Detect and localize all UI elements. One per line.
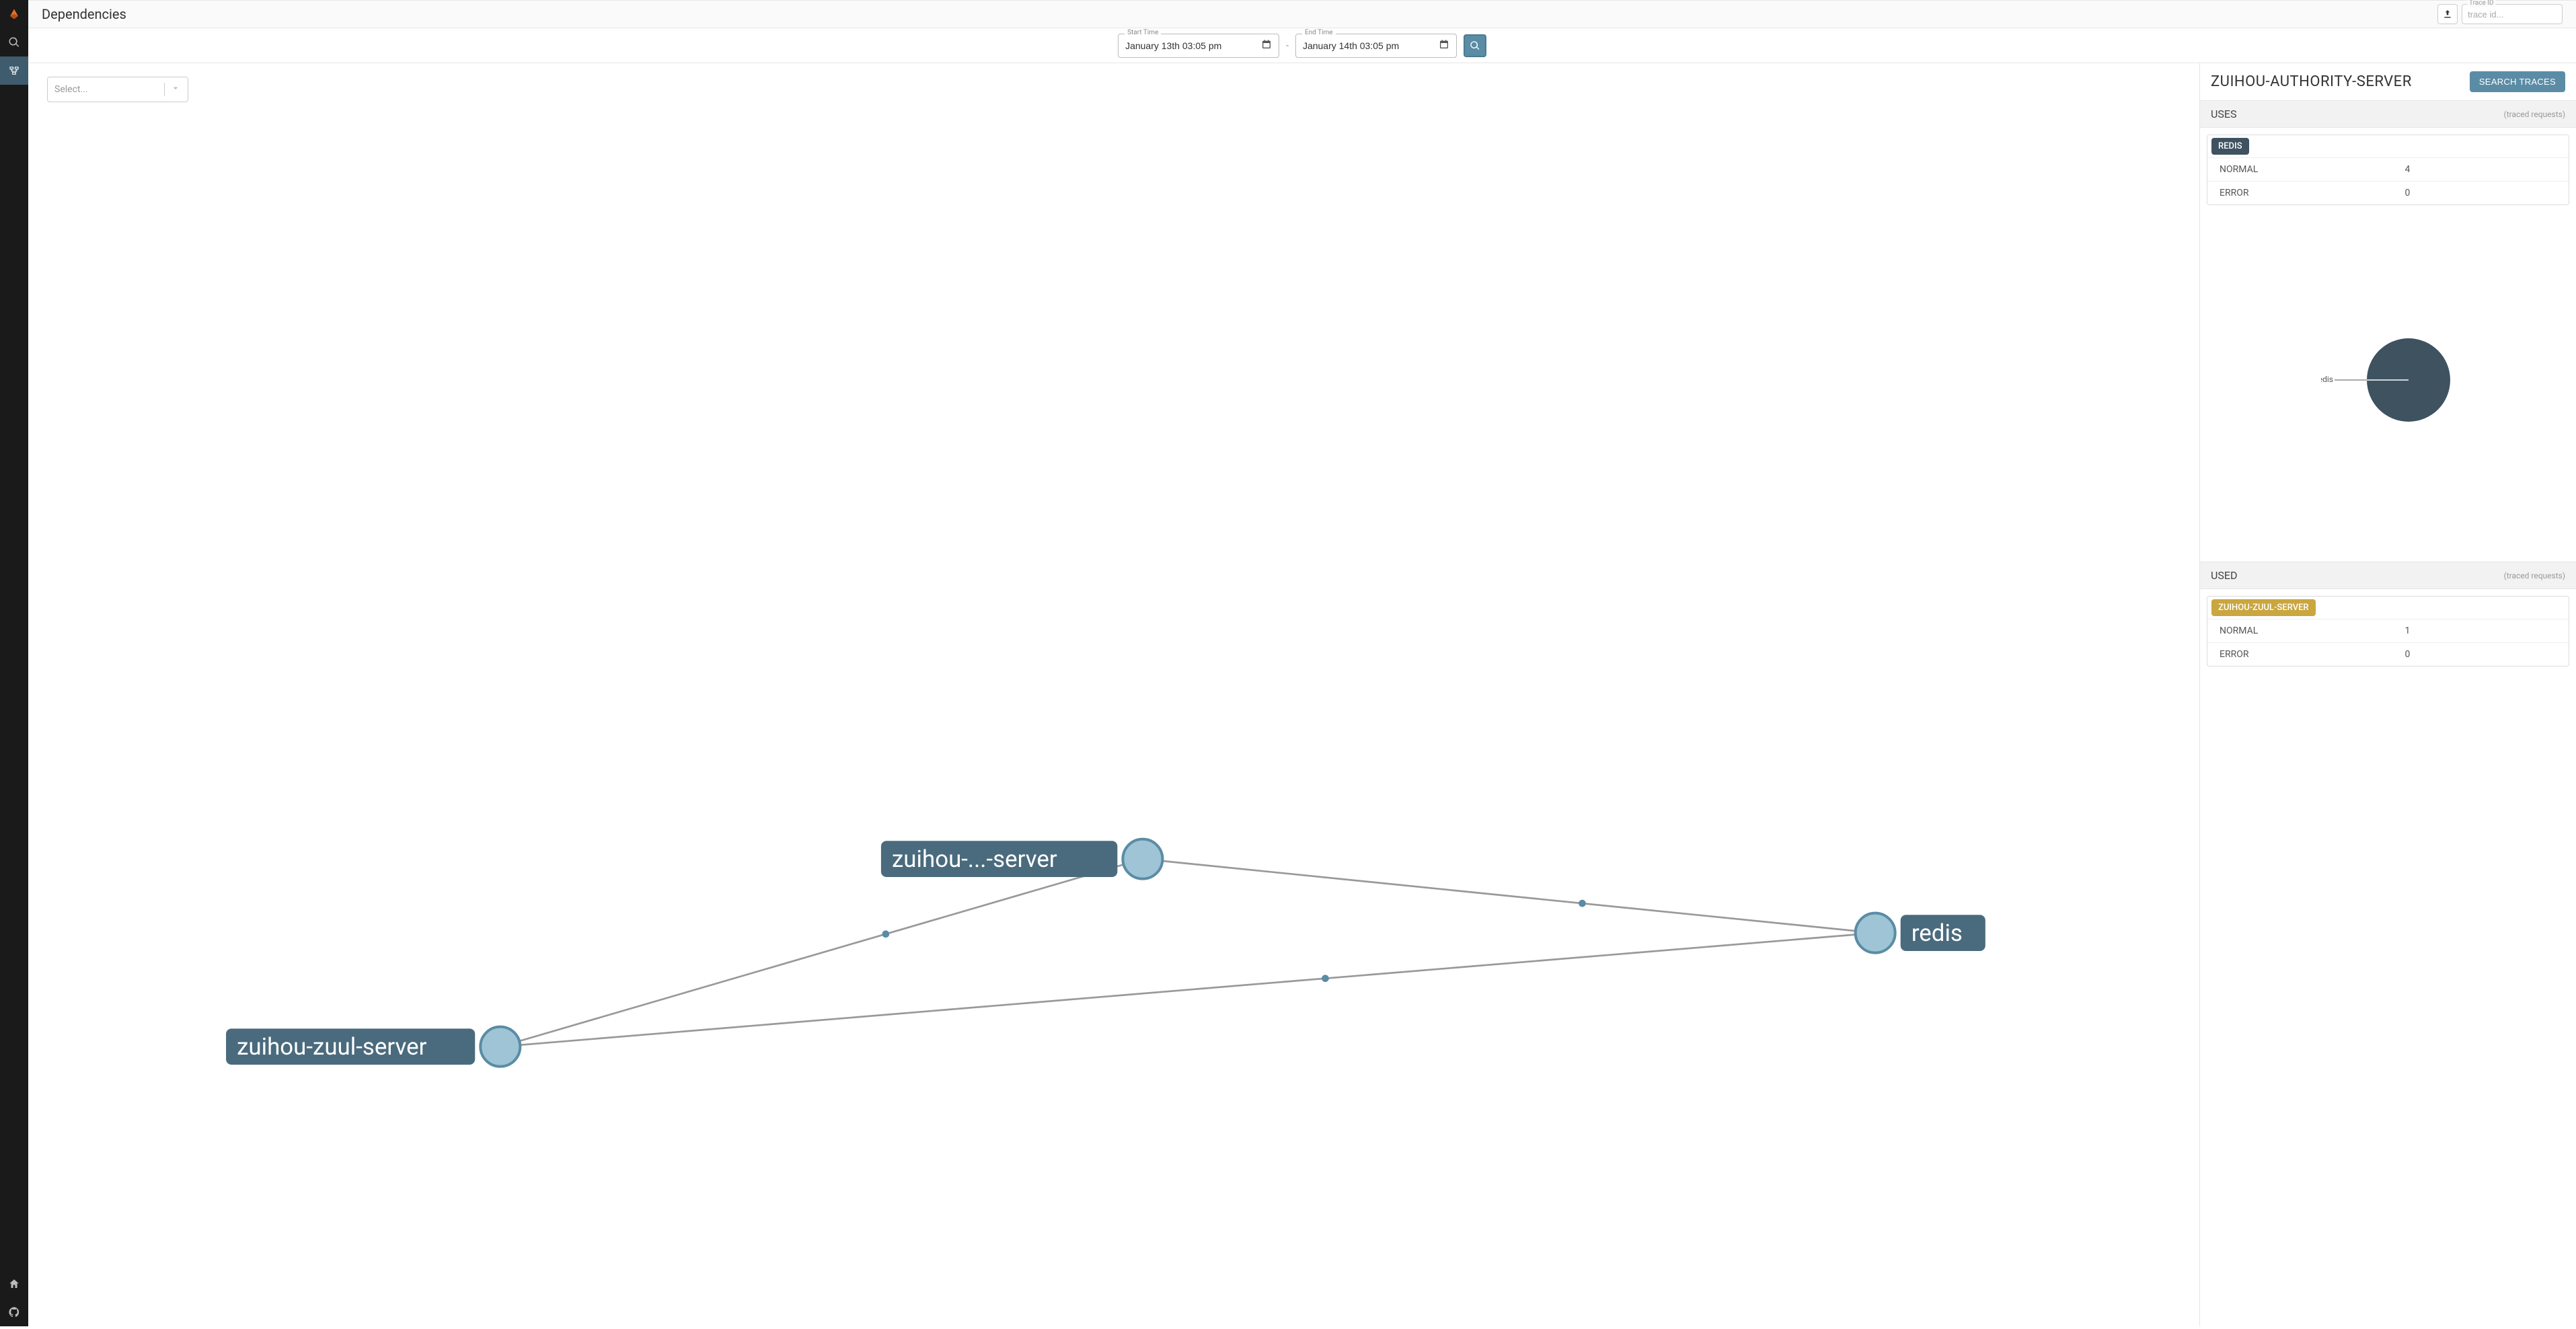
node-label: zuihou-...-server	[892, 845, 1057, 873]
upload-button[interactable]	[2437, 4, 2458, 24]
used-chip[interactable]: ZUIHOU-ZUUL-SERVER	[2211, 599, 2316, 616]
time-separator: -	[1286, 40, 1289, 51]
sidebar	[0, 0, 28, 1326]
edge-marker	[1322, 975, 1329, 982]
topbar: Dependencies Trace ID	[28, 0, 2576, 28]
graph-edge	[500, 933, 1875, 1047]
sidebar-nav	[0, 28, 28, 85]
search-icon	[1470, 40, 1480, 51]
app-logo	[0, 0, 28, 28]
used-heading: USED	[2211, 569, 2237, 582]
end-time-label: End Time	[1302, 29, 1336, 36]
dependency-graph[interactable]: zuihou-zuul-server zuihou-...-server redis	[28, 63, 2199, 1326]
node-label: redis	[1911, 919, 1963, 947]
uses-heading: USES	[2211, 108, 2236, 120]
edge-marker	[1579, 900, 1586, 907]
timebar: Start Time - End Time	[28, 28, 2576, 63]
graph-node[interactable]: zuihou-zuul-server	[226, 1027, 520, 1067]
used-section: USED (traced requests) ZUIHOU-ZUUL-SERVE…	[2200, 562, 2576, 673]
uses-item: REDIS NORMAL 4 ERROR 0	[2207, 135, 2569, 205]
upload-icon	[2442, 9, 2453, 20]
nav-dependencies[interactable]	[0, 56, 28, 85]
trace-id-input[interactable]	[2462, 4, 2563, 24]
traced-hint: (traced requests)	[2504, 110, 2565, 119]
end-time-field: End Time	[1295, 34, 1457, 58]
nav-home[interactable]	[0, 1270, 28, 1298]
graph-edge	[1143, 859, 1875, 933]
nav-search[interactable]	[0, 28, 28, 56]
detail-title: ZUIHOU-AUTHORITY-SERVER	[2211, 73, 2412, 90]
graph-node[interactable]: redis	[1856, 913, 1985, 953]
stat-row-error: ERROR 0	[2207, 642, 2569, 666]
detail-panel: ZUIHOU-AUTHORITY-SERVER SEARCH TRACES US…	[2199, 63, 2576, 1326]
search-traces-button[interactable]: SEARCH TRACES	[2470, 71, 2565, 92]
pie-label: redis	[2321, 375, 2333, 384]
trace-id-field: Trace ID	[2462, 4, 2563, 24]
calendar-icon[interactable]	[1439, 39, 1449, 52]
traced-hint: (traced requests)	[2504, 571, 2565, 580]
stat-row-error: ERROR 0	[2207, 181, 2569, 204]
search-button[interactable]	[1464, 34, 1486, 57]
end-time-input[interactable]	[1303, 40, 1439, 51]
node-label: zuihou-zuul-server	[237, 1033, 427, 1061]
nav-github[interactable]	[0, 1298, 28, 1326]
start-time-label: Start Time	[1125, 29, 1161, 36]
calendar-icon[interactable]	[1261, 39, 1272, 52]
graph-node[interactable]: zuihou-...-server	[881, 839, 1163, 879]
start-time-field: Start Time	[1118, 34, 1279, 58]
graph-area: Select... zuihou-zuul-serverzuihou-...-s…	[28, 63, 2199, 1326]
main: Dependencies Trace ID Start Time - End T…	[28, 0, 2576, 1326]
content: Select... zuihou-zuul-serverzuihou-...-s…	[28, 63, 2576, 1326]
used-item: ZUIHOU-ZUUL-SERVER NORMAL 1 ERROR 0	[2207, 596, 2569, 667]
uses-pie-chart: redis	[2207, 205, 2569, 555]
page-title: Dependencies	[42, 6, 126, 22]
uses-chip[interactable]: REDIS	[2211, 138, 2249, 155]
edge-marker	[882, 930, 890, 938]
graph-edge	[500, 859, 1143, 1047]
trace-id-label: Trace ID	[2467, 0, 2496, 7]
uses-section: USES (traced requests) REDIS NORMAL 4 ER	[2200, 100, 2576, 562]
start-time-input[interactable]	[1125, 40, 1261, 51]
stat-row-normal: NORMAL 1	[2207, 619, 2569, 642]
stat-row-normal: NORMAL 4	[2207, 157, 2569, 181]
